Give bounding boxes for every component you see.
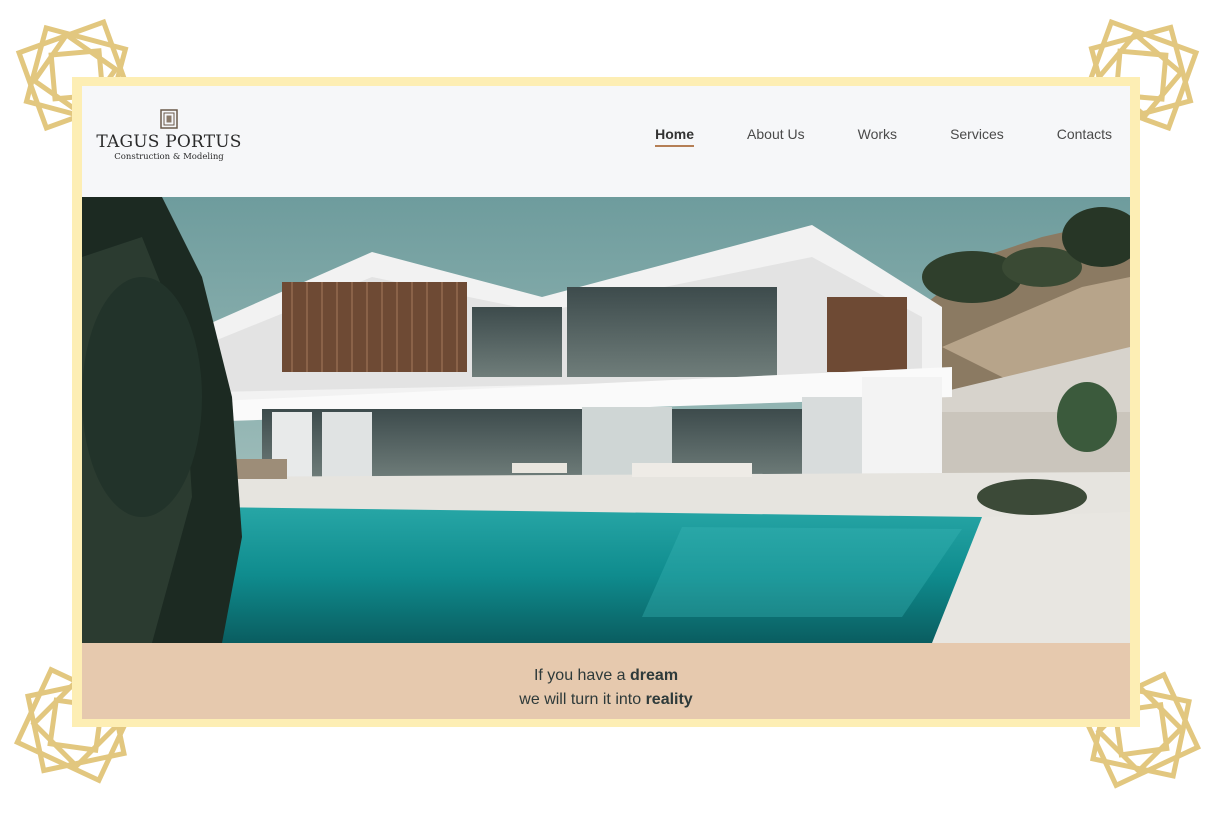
nav-services[interactable]: Services <box>950 124 1004 147</box>
nav-works[interactable]: Works <box>858 124 897 147</box>
nav-contacts[interactable]: Contacts <box>1057 124 1112 147</box>
tagline-reality: reality <box>645 691 693 708</box>
website-preview: TAGUS PORTUS Construction & Modeling Hom… <box>82 86 1130 719</box>
nav-home[interactable]: Home <box>655 124 695 147</box>
nav-about-us[interactable]: About Us <box>747 124 805 147</box>
tagline-line-2: we will turn it into reality <box>82 688 1130 712</box>
main-nav: Home About Us Works Services Contacts <box>602 124 1112 147</box>
logo-mark-icon <box>160 109 178 129</box>
site-header: TAGUS PORTUS Construction & Modeling Hom… <box>82 86 1130 197</box>
tagline-line-1-text: If you have a <box>533 667 631 684</box>
tagline-dream: dream <box>630 667 679 684</box>
brand-logo[interactable]: TAGUS PORTUS Construction & Modeling <box>94 108 244 162</box>
hero-image <box>82 197 1130 643</box>
tagline-banner: If you have a dream we will turn it into… <box>82 643 1130 719</box>
tagline-line-2-text: we will turn it into <box>519 691 646 708</box>
tagline-line-1: If you have a dream <box>82 643 1130 688</box>
brand-tagline: Construction & Modeling <box>114 152 224 162</box>
brand-name: TAGUS PORTUS <box>96 132 242 152</box>
